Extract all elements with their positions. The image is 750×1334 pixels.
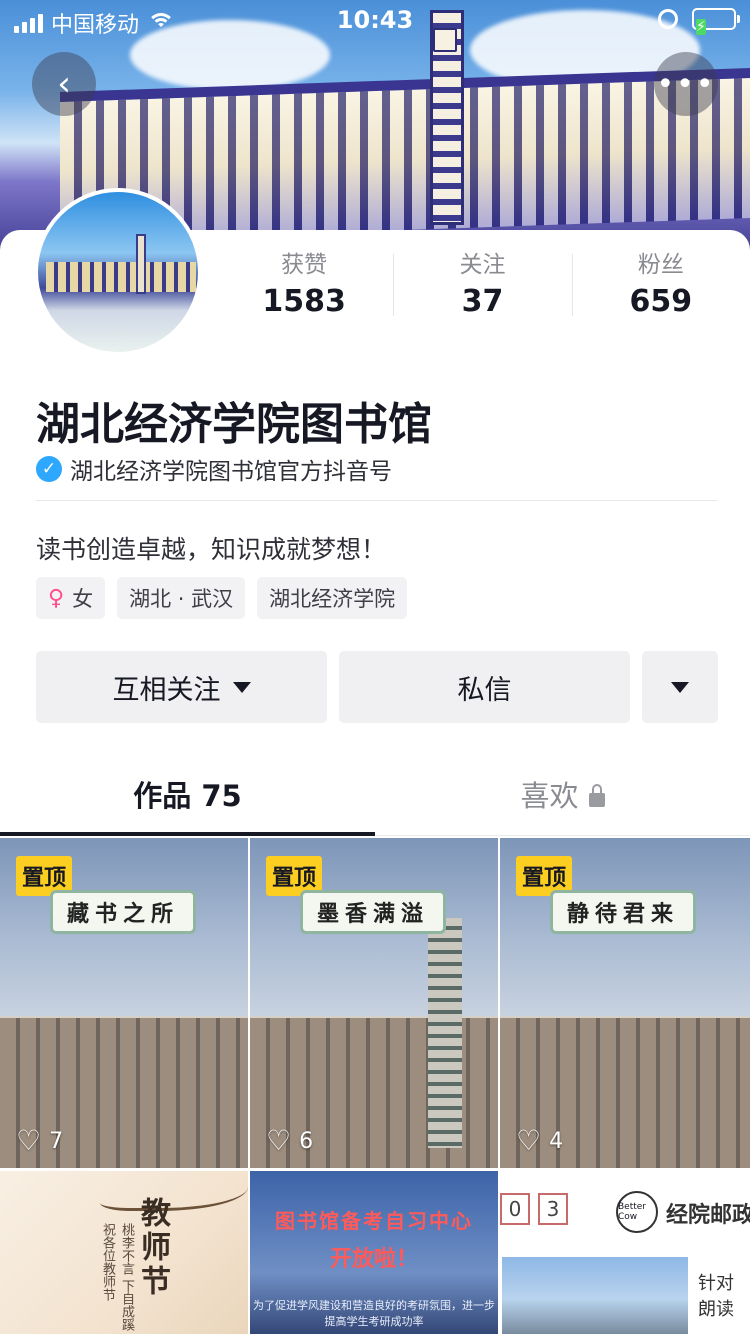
tab-label: 喜欢 <box>520 779 579 813</box>
tile-tower <box>428 918 462 1148</box>
tab-likes[interactable]: 喜欢 <box>375 760 750 835</box>
like-count: 7 <box>49 1128 64 1154</box>
content-tabs: 作品 75 喜欢 <box>0 760 750 836</box>
video-caption: 静待君来 <box>550 890 697 934</box>
video-grid: 置顶 藏书之所 ♡ 7 置顶 墨香满溢 ♡ 6 置顶 静待君来 ♡ 4 教师节 … <box>0 838 750 1334</box>
avatar-building <box>46 262 196 292</box>
tile-photo <box>502 1257 688 1334</box>
video-likes: ♡ 7 <box>16 1124 64 1157</box>
profile-bio: 读书创造卓越，知识成就梦想！ <box>36 535 387 564</box>
tile-side-text: 针对 朗读 <box>698 1273 734 1320</box>
stat-label: 粉丝 <box>637 252 684 278</box>
tile-title: 图书馆备考自习中心 <box>275 1209 473 1233</box>
video-tile[interactable]: 教师节 桃李不言 下自成蹊 祝各位教师节 <box>0 1171 248 1334</box>
tile-subtitle: 开放啦！ <box>329 1247 418 1272</box>
verified-check-icon: ✓ <box>36 456 62 482</box>
tile-digits: 0 3 <box>500 1193 568 1225</box>
like-count: 4 <box>549 1128 564 1154</box>
caret-down-icon <box>671 681 689 693</box>
caret-down-icon <box>232 681 251 693</box>
heart-icon: ♡ <box>266 1124 292 1157</box>
tab-label: 作品 75 <box>133 779 242 813</box>
like-count: 6 <box>299 1128 314 1154</box>
profile-tags: ♀ 女 湖北 · 武汉 湖北经济学院 <box>36 577 408 619</box>
status-bar: 中国移动 10:43 ⚡ <box>0 0 750 40</box>
tag-label: 女 <box>72 587 94 611</box>
alarm-icon <box>658 9 678 29</box>
battery-icon: ⚡ <box>692 8 740 35</box>
avatar[interactable] <box>34 188 202 356</box>
stat-followers[interactable]: 粉丝 659 <box>571 250 750 320</box>
stat-likes[interactable]: 获赞 1583 <box>215 250 393 320</box>
tag-gender: ♀ 女 <box>36 577 106 619</box>
avatar-tower <box>136 234 146 294</box>
mutual-follow-button[interactable]: 互相关注 <box>36 651 327 723</box>
video-likes: ♡ 6 <box>266 1124 314 1157</box>
video-tile[interactable]: 0 3 Better Cow 经院邮政 针对 朗读 <box>500 1171 750 1334</box>
profile-name: 湖北经济学院图书馆 <box>36 399 432 450</box>
tag-label: 湖北经济学院 <box>269 587 396 611</box>
tag-school[interactable]: 湖北经济学院 <box>257 577 408 619</box>
back-button[interactable]: ‹ <box>32 52 96 116</box>
stat-value: 1583 <box>262 284 346 319</box>
tile-body: 为了促进学风建设和营造良好的考研氛围，进一步提高学生考研成功率 <box>253 1299 495 1328</box>
stat-value: 659 <box>629 284 693 319</box>
follow-label: 互相关注 <box>112 674 221 706</box>
tag-label: 湖北 · 武汉 <box>129 587 234 611</box>
profile-stats: 获赞 1583 关注 37 粉丝 659 <box>215 250 750 320</box>
message-label: 私信 <box>457 674 512 706</box>
stat-value: 37 <box>461 284 504 319</box>
status-right: ⚡ <box>658 8 740 35</box>
verified-row: ✓ 湖北经济学院图书馆官方抖音号 <box>36 452 392 486</box>
lock-icon <box>588 784 605 807</box>
tab-works[interactable]: 作品 75 <box>0 760 375 836</box>
video-tile[interactable]: 图书馆备考自习中心 开放啦！ 为了促进学风建设和营造良好的考研氛围，进一步提高学… <box>250 1171 498 1334</box>
tag-location: 湖北 · 武汉 <box>117 577 246 619</box>
plum-branch <box>100 1171 248 1211</box>
brand-logo: Better Cow <box>616 1191 658 1233</box>
more-dots-icon: ••• <box>656 66 716 102</box>
tile-title: 教师节 <box>135 1197 170 1299</box>
profile-actions: 互相关注 私信 <box>36 651 718 723</box>
stat-label: 获赞 <box>281 252 328 278</box>
chevron-left-icon: ‹ <box>57 64 71 104</box>
status-time: 10:43 <box>336 6 414 34</box>
video-tile[interactable]: 置顶 静待君来 ♡ 4 <box>500 838 750 1168</box>
divider <box>36 500 718 501</box>
video-tile[interactable]: 置顶 藏书之所 ♡ 7 <box>0 838 248 1168</box>
digit-box: 3 <box>538 1193 568 1225</box>
message-button[interactable]: 私信 <box>339 651 630 723</box>
stat-following[interactable]: 关注 37 <box>393 250 571 320</box>
digit-box: 0 <box>500 1193 530 1225</box>
more-actions-button[interactable] <box>642 651 718 723</box>
more-button[interactable]: ••• <box>654 52 718 116</box>
verified-text: 湖北经济学院图书馆官方抖音号 <box>70 459 392 485</box>
stat-label: 关注 <box>459 252 506 278</box>
video-caption: 藏书之所 <box>50 890 197 934</box>
female-icon: ♀ <box>48 585 65 611</box>
tile-title: 经院邮政 <box>666 1203 750 1228</box>
video-tile[interactable]: 置顶 墨香满溢 ♡ 6 <box>250 838 498 1168</box>
heart-icon: ♡ <box>516 1124 542 1157</box>
heart-icon: ♡ <box>16 1124 42 1157</box>
tile-subtitle: 桃李不言 下自成蹊 祝各位教师节 <box>100 1223 134 1332</box>
video-likes: ♡ 4 <box>516 1124 564 1157</box>
video-caption: 墨香满溢 <box>300 890 447 934</box>
